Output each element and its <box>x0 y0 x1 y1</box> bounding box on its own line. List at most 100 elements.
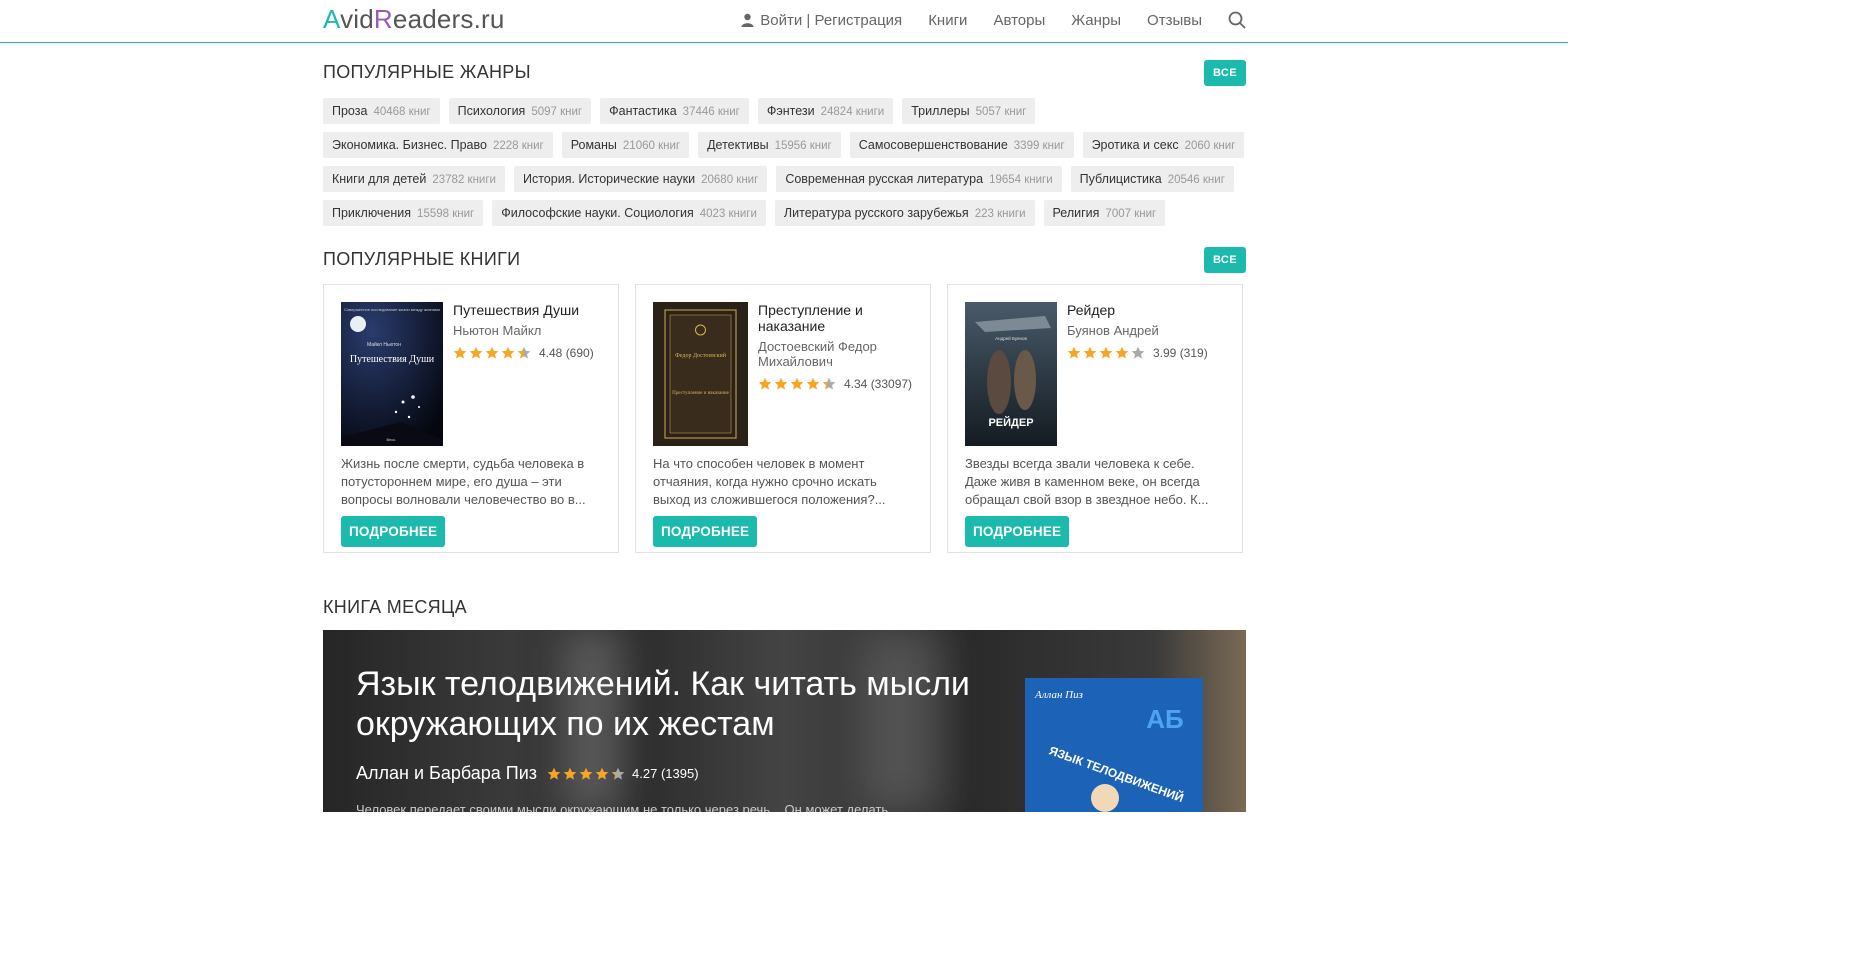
genre-count: 15598 книг <box>417 208 475 220</box>
genre-name: Эротика и секс <box>1091 138 1179 152</box>
book-author[interactable]: Буянов Андрей <box>1067 323 1208 338</box>
genre-name: Самосовершенствование <box>858 138 1008 152</box>
book-cover-image[interactable]: Федор Достоевский Преступление и наказан… <box>653 302 748 446</box>
genre-name: Триллеры <box>911 104 970 118</box>
books-all-button[interactable]: ВСЕ <box>1203 247 1246 273</box>
genre-count: 20680 книг <box>701 174 759 186</box>
genre-tag[interactable]: Эротика и секс 2060 книг <box>1082 132 1245 158</box>
book-author[interactable]: Ньютон Майкл <box>453 323 594 338</box>
svg-text:Путешествия Души: Путешествия Души <box>350 354 435 365</box>
rating-text: 4.34 (33097) <box>844 377 913 391</box>
month-banner[interactable]: Язык телодвижений. Как читать мысли окру… <box>323 630 1246 812</box>
genre-count: 21060 книг <box>622 140 681 152</box>
star-icon <box>517 346 531 359</box>
site-header: AvidReaders.ru Войти | Регистрация Книги… <box>0 0 1568 43</box>
books-title: ПОПУЛЯРНЫЕ КНИГИ <box>323 249 521 269</box>
genre-name: Романы <box>570 138 617 152</box>
nav-reviews[interactable]: Отзывы <box>1147 12 1202 29</box>
genre-name: Публицистика <box>1079 172 1162 186</box>
genres-all-button[interactable]: ВСЕ <box>1203 60 1246 86</box>
genre-count: 19654 книги <box>989 174 1053 186</box>
svg-text:Весь: Весь <box>387 437 396 442</box>
genre-tag[interactable]: История. Исторические науки 20680 книг <box>513 166 768 192</box>
month-book-title[interactable]: Язык телодвижений. Как читать мысли окру… <box>356 664 996 744</box>
genre-name: Проза <box>332 104 368 118</box>
genre-name: Современная русская литература <box>785 172 984 186</box>
genre-tag[interactable]: Публицистика 20546 книг <box>1070 166 1234 192</box>
star-icon <box>822 377 836 390</box>
star-icon <box>469 346 483 359</box>
star-icon <box>758 377 772 390</box>
genre-tag[interactable]: Фантастика 37446 книг <box>600 98 749 124</box>
site-logo[interactable]: AvidReaders.ru <box>323 4 505 35</box>
genre-tag[interactable]: Философские науки. Социология 4023 книги <box>492 200 766 226</box>
genre-tag[interactable]: Религия 7007 книг <box>1043 200 1166 226</box>
book-description: Жизнь после смерти, судьба человека в по… <box>341 456 586 507</box>
month-book-author[interactable]: Аллан и Барбара Пиз <box>356 763 537 784</box>
genre-tag[interactable]: Самосовершенствование 3399 книг <box>849 132 1074 158</box>
books-section: ПОПУЛЯРНЫЕ КНИГИ ВСЕ Совершенное исследо… <box>323 247 1246 553</box>
genre-tag[interactable]: Книги для детей 23782 книги <box>323 166 505 192</box>
genres-section: ПОПУЛЯРНЫЕ ЖАНРЫ ВСЕ Проза 40468 книг Псих… <box>323 60 1246 226</box>
genre-tag[interactable]: Литература русского зарубежья 223 книги <box>774 200 1035 226</box>
genre-tag[interactable]: Романы 21060 книг <box>561 132 690 158</box>
genre-tag[interactable]: Детективы 15956 книг <box>698 132 841 158</box>
genre-count: 23782 книги <box>432 174 496 186</box>
star-icon <box>1067 346 1081 359</box>
genre-tag[interactable]: Психология 5097 книг <box>448 98 592 124</box>
nav-authors[interactable]: Авторы <box>993 12 1045 29</box>
genre-name: Детективы <box>707 138 769 152</box>
book-description: На что способен человек в момент отчаяни… <box>653 456 886 507</box>
more-button[interactable]: ПОДРОБНЕЕ <box>653 516 758 547</box>
star-icon <box>485 346 499 359</box>
logo-part-eaders: eaders.ru <box>392 4 505 34</box>
nav-books[interactable]: Книги <box>928 12 967 29</box>
svg-text:Совершенное исследование жизни: Совершенное исследование жизни между жиз… <box>344 307 440 312</box>
search-icon[interactable] <box>1228 11 1246 29</box>
more-button[interactable]: ПОДРОБНЕЕ <box>341 516 446 547</box>
book-cover-image[interactable]: Совершенное исследование жизни между жиз… <box>341 302 443 446</box>
month-book-author-row: Аллан и Барбара Пиз 4.27 (1395) <box>356 763 699 784</box>
month-book-cover[interactable]: Аллан Пиз АБ ЯЗЫК ТЕЛОДВИЖЕНИЙ <box>1025 678 1203 812</box>
svg-text:Андрей Буянов: Андрей Буянов <box>995 335 1027 341</box>
logo-letter-a: A <box>323 4 341 34</box>
book-author[interactable]: Достоевский Федор Михайлович <box>758 339 913 369</box>
genre-tag[interactable]: Проза 40468 книг <box>323 98 440 124</box>
star-icon <box>453 346 467 359</box>
rating-text: 4.48 (690) <box>539 346 594 360</box>
genre-count: 37446 книг <box>682 106 740 118</box>
main-nav: Войти | Регистрация Книги Авторы Жанры О… <box>741 11 1246 29</box>
svg-text:Аллан Пиз: Аллан Пиз <box>1034 689 1083 701</box>
book-cover-image[interactable]: Андрей Буянов РЕЙДЕР <box>965 302 1057 446</box>
genre-count: 24824 книги <box>820 106 885 118</box>
star-icon <box>790 377 804 390</box>
genre-count: 5097 книг <box>531 106 583 118</box>
genre-count: 7007 книг <box>1105 208 1157 220</box>
star-icon <box>774 377 788 390</box>
genre-count: 5057 книг <box>975 106 1027 118</box>
genre-tag[interactable]: Фэнтези 24824 книги <box>757 98 894 124</box>
book-title[interactable]: Путешествия Души <box>453 302 594 318</box>
user-icon <box>741 13 754 27</box>
nav-login[interactable]: Войти | Регистрация <box>741 12 902 29</box>
book-title[interactable]: Рейдер <box>1067 302 1208 318</box>
genre-name: Книги для детей <box>332 172 427 186</box>
star-rating <box>1067 346 1145 360</box>
book-title[interactable]: Преступление и наказание <box>758 302 913 334</box>
more-button[interactable]: ПОДРОБНЕЕ <box>965 516 1070 547</box>
book-rating: 4.48 (690) <box>453 346 594 360</box>
month-rating-text: 4.27 (1395) <box>632 766 699 781</box>
nav-genres[interactable]: Жанры <box>1071 12 1121 29</box>
genre-name: История. Исторические науки <box>522 172 696 186</box>
genre-tag[interactable]: Приключения 15598 книг <box>323 200 484 226</box>
genre-name: Психология <box>457 104 526 118</box>
svg-text:Федор Достоевский: Федор Достоевский <box>675 352 727 359</box>
genre-tag[interactable]: Экономика. Бизнес. Право 2228 книг <box>323 132 553 158</box>
genre-tag[interactable]: Современная русская литература 19654 книг… <box>776 166 1062 192</box>
book-rating: 4.34 (33097) <box>758 377 913 391</box>
genre-name: Приключения <box>332 206 412 220</box>
star-icon <box>563 767 577 780</box>
star-icon <box>595 767 609 780</box>
genre-tag[interactable]: Триллеры 5057 книг <box>902 98 1036 124</box>
genres-title: ПОПУЛЯРНЫЕ ЖАНРЫ <box>323 62 531 82</box>
